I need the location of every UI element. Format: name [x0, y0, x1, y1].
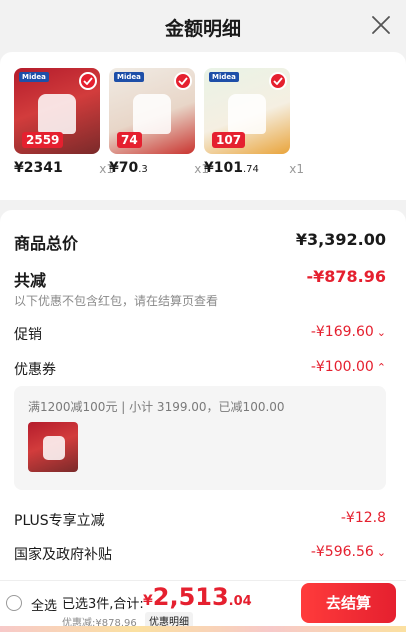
checked-icon[interactable]: [269, 72, 287, 90]
product-image: [228, 94, 266, 134]
discount-label: 共减: [14, 271, 47, 290]
header: 金额明细: [0, 0, 406, 52]
bottom-tab-strip: [0, 626, 406, 632]
product-list: Midea 2559 ¥2341 x1 Midea 74 ¥70.3 x1 Mi…: [0, 52, 406, 200]
page-title: 金额明细: [164, 18, 241, 40]
brand-logo: Midea: [19, 72, 49, 82]
product-thumbnail[interactable]: Midea 107: [204, 68, 290, 154]
product-item[interactable]: Midea 74 ¥70.3 x1: [109, 68, 209, 180]
promo-row[interactable]: 促销 -¥169.60 ⌄: [14, 324, 386, 346]
select-all-label[interactable]: 全选: [31, 595, 57, 614]
discount-value: -¥878.96: [306, 267, 386, 286]
amount-summary: 商品总价 ¥3,392.00 共减 -¥878.96 以下优惠不包含红包，请在结…: [0, 210, 406, 580]
checked-icon[interactable]: [79, 72, 97, 90]
product-price: ¥101.74: [204, 160, 259, 176]
price-tag: 2559: [22, 132, 64, 148]
product-thumbnail[interactable]: Midea 74: [109, 68, 195, 154]
price-tag: 74: [117, 132, 142, 148]
coupon-detail-text: 满1200减100元 | 小计 3199.00，已减100.00: [28, 400, 285, 414]
select-all-radio[interactable]: [6, 595, 22, 611]
product-thumbnail[interactable]: Midea 2559: [14, 68, 100, 154]
total-price: ¥2,513.04: [143, 583, 252, 611]
discount-note: 以下优惠不包含红包，请在结算页查看: [14, 294, 219, 308]
coupon-label: 优惠券: [14, 362, 56, 378]
product-price: ¥70.3: [109, 160, 148, 176]
total-price-value: ¥3,392.00: [295, 230, 386, 249]
plus-discount-label: PLUS专享立减: [14, 513, 105, 529]
subsidy-label: 国家及政府补贴: [14, 547, 112, 563]
plus-discount-value: -¥12.8: [340, 510, 386, 526]
product-item[interactable]: Midea 2559 ¥2341 x1: [14, 68, 114, 180]
checkout-bar: 全选 已选3件,合计: ¥2,513.04 优惠减:¥878.96 优惠明细 去…: [0, 580, 406, 632]
product-item[interactable]: Midea 107 ¥101.74 x1: [204, 68, 304, 180]
checkout-button[interactable]: 去结算: [301, 583, 396, 623]
subsidy-row[interactable]: 国家及政府补贴 -¥596.56 ⌄: [14, 544, 386, 566]
coupon-value: -¥100.00 ⌃: [310, 359, 386, 375]
chevron-down-icon: ⌄: [376, 326, 386, 339]
close-icon[interactable]: [370, 14, 392, 36]
promo-value: -¥169.60 ⌄: [310, 324, 386, 340]
coupon-detail-box: 满1200减100元 | 小计 3199.00，已减100.00: [14, 386, 386, 490]
plus-discount-row: PLUS专享立减 -¥12.8: [14, 510, 386, 532]
price-tag: 107: [212, 132, 246, 148]
product-quantity: x1: [289, 162, 304, 176]
chevron-up-icon: ⌃: [376, 361, 386, 374]
product-image: [133, 94, 171, 134]
chevron-down-icon: ⌄: [376, 546, 386, 559]
product-price: ¥2341: [14, 160, 63, 176]
product-image: [38, 94, 76, 134]
coupon-product-thumbnail[interactable]: [28, 422, 78, 472]
subsidy-value: -¥596.56 ⌄: [310, 544, 386, 560]
discount-row: 共减 -¥878.96: [14, 267, 386, 291]
total-price-row: 商品总价 ¥3,392.00: [14, 230, 386, 254]
selected-total-label: 已选3件,合计:: [62, 597, 144, 612]
brand-logo: Midea: [209, 72, 239, 82]
coupon-row[interactable]: 优惠券 -¥100.00 ⌃: [14, 359, 386, 381]
total-price-label: 商品总价: [14, 234, 79, 253]
brand-logo: Midea: [114, 72, 144, 82]
promo-label: 促销: [14, 327, 42, 343]
checked-icon[interactable]: [174, 72, 192, 90]
